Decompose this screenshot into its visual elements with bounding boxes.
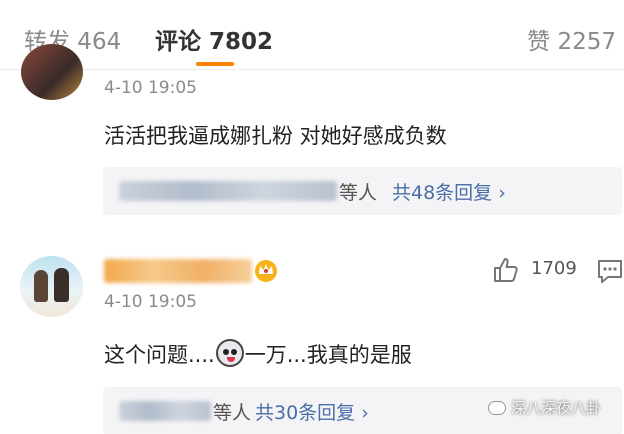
watermark-text: 深八深夜八卦 bbox=[511, 399, 602, 417]
blurred-username[interactable] bbox=[104, 259, 252, 283]
tab-comments[interactable]: 评论 7802 bbox=[155, 22, 273, 56]
blurred-usernames bbox=[119, 181, 337, 201]
comment-tabs: 转发 464 评论 7802 赞 2257 bbox=[0, 0, 624, 70]
avatar-figure bbox=[34, 270, 48, 302]
comment-text: 活活把我逼成娜扎粉 对她好感成负数 bbox=[104, 124, 447, 148]
comment-icon[interactable] bbox=[596, 258, 624, 284]
like-count: 1709 bbox=[531, 258, 577, 279]
watermark: 深八深夜八卦 bbox=[488, 397, 601, 418]
avatar[interactable] bbox=[20, 256, 83, 317]
thumbs-up-icon bbox=[494, 258, 518, 282]
comment-text-part: 这个问题.... bbox=[104, 343, 215, 367]
wechat-icon bbox=[488, 401, 506, 415]
view-replies-link[interactable]: 共48条回复 › bbox=[392, 178, 506, 205]
comment-text: 这个问题.... 一万...我真的是服 bbox=[104, 339, 412, 369]
reply-suffix: 等人 bbox=[339, 182, 378, 204]
comment-timestamp: 4-10 19:05 bbox=[104, 292, 197, 312]
like-button[interactable]: 1709 bbox=[492, 256, 577, 286]
comment-timestamp: 4-10 19:05 bbox=[104, 78, 197, 98]
comment-text-part: 一万...我真的是服 bbox=[244, 343, 412, 367]
shocked-panda-emoji-icon bbox=[215, 339, 244, 367]
reply-summary[interactable]: 等人 共48条回复 › bbox=[103, 167, 622, 215]
active-tab-indicator bbox=[196, 62, 234, 66]
tab-likes[interactable]: 赞 2257 bbox=[527, 22, 616, 56]
blurred-usernames bbox=[119, 401, 211, 421]
view-replies-link[interactable]: 共30条回复 › bbox=[255, 398, 369, 425]
vip-crown-icon bbox=[255, 260, 277, 282]
avatar[interactable] bbox=[21, 44, 83, 100]
reply-suffix: 等人 bbox=[213, 402, 252, 424]
avatar-figure bbox=[54, 268, 69, 302]
